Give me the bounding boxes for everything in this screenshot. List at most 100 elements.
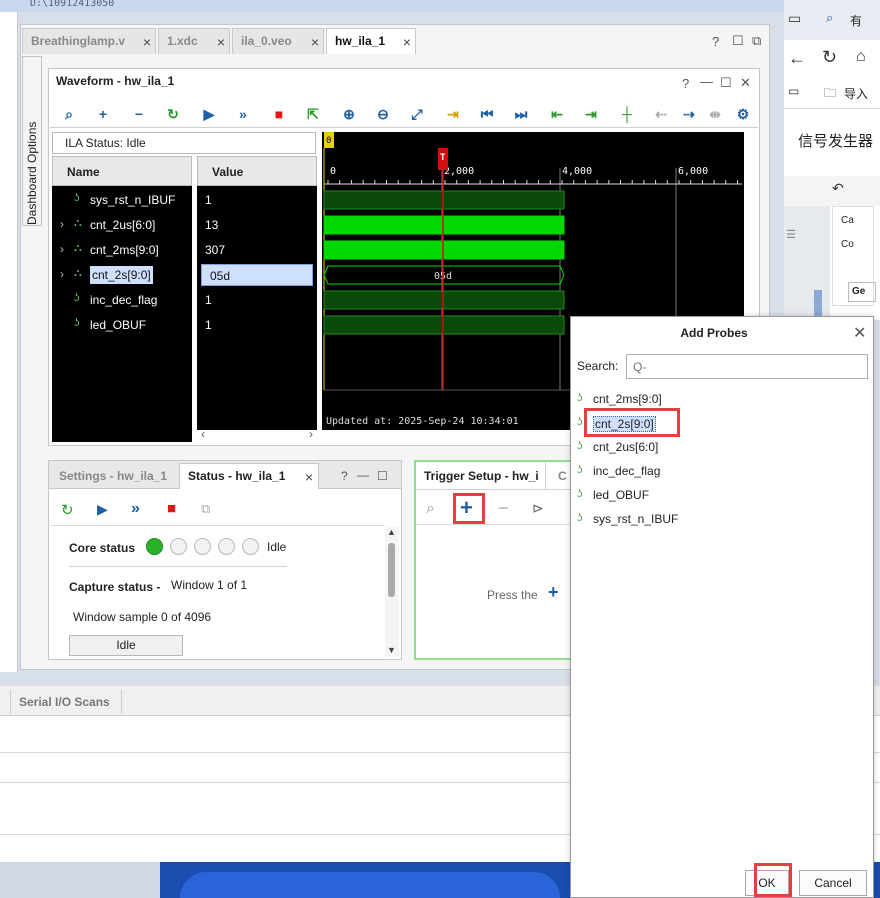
tab-xdc[interactable]: 1.xdc × [158, 28, 230, 54]
signal-row[interactable]: › ⛬ cnt_2s[9:0] [52, 264, 192, 286]
doc-button[interactable]: Ge [848, 282, 876, 302]
tab-trigger-setup[interactable]: Trigger Setup - hw_i [416, 462, 546, 490]
search-icon[interactable]: ⌕ [826, 10, 833, 26]
sidebar-icon[interactable]: ▭ [788, 10, 801, 27]
expand-chevron-icon[interactable]: › [60, 267, 64, 281]
signal-value[interactable]: 307 [197, 239, 317, 261]
tab-serial-io-scans[interactable]: Serial I/O Scans [10, 690, 122, 714]
add-icon[interactable]: + [94, 105, 112, 123]
signal-row[interactable]: ʖ sys_rst_n_IBUF [52, 189, 192, 211]
stop-icon[interactable]: ■ [270, 105, 288, 123]
remove-icon[interactable]: − [130, 105, 148, 123]
tab-capture[interactable]: C [558, 469, 567, 483]
browser-tab-label[interactable]: 有 [850, 12, 862, 29]
export-icon[interactable]: ⇱ [304, 105, 322, 123]
restore-icon[interactable]: ☐ [732, 33, 744, 49]
swap-cursors-icon[interactable]: ⇹ [706, 105, 724, 123]
undo-icon[interactable]: ↶ [832, 180, 844, 197]
next-marker-icon[interactable]: ⇢ [680, 105, 698, 123]
previous-marker-icon[interactable]: ⇠ [652, 105, 670, 123]
signal-value[interactable]: 13 [197, 214, 317, 236]
run-trigger-icon[interactable]: ▶ [97, 501, 108, 518]
condition-icon[interactable]: ⊳ [532, 500, 544, 517]
help-icon[interactable]: ? [682, 76, 689, 91]
clone-icon[interactable]: ⧉ [201, 501, 210, 517]
tab-strip-icon[interactable]: ▭ [788, 84, 799, 98]
scroll-thumb[interactable] [388, 543, 395, 597]
tab-ila-veo[interactable]: ila_0.veo × [232, 28, 324, 54]
search-icon[interactable]: ⌕ [426, 500, 435, 518]
expand-chevron-icon[interactable]: › [60, 242, 64, 256]
dialog-title: Add Probes [680, 326, 748, 340]
add-marker-icon[interactable]: ┼ [618, 105, 636, 123]
float-icon[interactable]: ⧉ [752, 33, 761, 49]
probe-item[interactable]: ʖ sys_rst_n_IBUF [571, 509, 771, 531]
search-input[interactable] [626, 354, 868, 379]
probe-icon: ʖ [577, 464, 583, 476]
help-icon[interactable]: ? [341, 469, 348, 483]
probe-item[interactable]: ʖ cnt_2us[6:0] [571, 437, 771, 459]
cancel-button[interactable]: Cancel [799, 870, 867, 896]
tab-status[interactable]: Status - hw_ila_1 [179, 463, 319, 489]
expand-chevron-icon[interactable]: › [60, 217, 64, 231]
zoom-fit-icon[interactable]: ⤢ [408, 105, 426, 123]
signal-row[interactable]: › ⛬ cnt_2us[6:0] [52, 214, 192, 236]
go-to-cursor-icon[interactable]: ⇥ [444, 105, 462, 123]
tab-breathinglamp[interactable]: Breathinglamp.v × [22, 28, 156, 54]
back-icon[interactable]: ← [788, 48, 806, 69]
status-scrollbar[interactable]: ▲ ▼ [385, 527, 399, 657]
run-immediate-icon[interactable]: » [234, 105, 252, 123]
close-icon[interactable]: × [403, 34, 411, 50]
help-icon[interactable]: ? [712, 34, 719, 49]
refresh-icon[interactable]: ↻ [61, 501, 74, 519]
tab-hw-ila[interactable]: hw_ila_1 × [326, 28, 416, 54]
go-to-start-icon[interactable]: ⏮ [478, 105, 496, 123]
probe-item[interactable]: ʖ led_OBUF [571, 485, 771, 507]
close-icon[interactable]: × [143, 34, 151, 50]
value-scrollbar[interactable]: ‹ › [197, 427, 317, 442]
maximize-icon[interactable]: ☐ [720, 75, 732, 91]
signal-value[interactable]: 05d [201, 264, 313, 286]
stop-icon[interactable]: ■ [167, 500, 176, 517]
folder-icon[interactable]: 🗀 [824, 84, 836, 105]
go-to-end-icon[interactable]: ⏭ [512, 105, 530, 123]
import-bookmarks[interactable]: 导入 [844, 85, 868, 102]
wallpaper-light [0, 862, 160, 898]
settings-gear-icon[interactable]: ⚙ [734, 105, 752, 123]
signal-value[interactable]: 1 [197, 189, 317, 211]
minimize-icon[interactable]: — [357, 468, 369, 482]
remove-icon[interactable]: − [498, 498, 509, 519]
next-transition-icon[interactable]: ⇥ [582, 105, 600, 123]
maximize-icon[interactable]: ☐ [377, 469, 388, 483]
marker-label: 0 [326, 136, 331, 146]
signal-value[interactable]: 1 [197, 314, 317, 336]
run-immediate-icon[interactable]: » [131, 500, 140, 518]
value-column-header[interactable]: Value [197, 156, 317, 186]
close-icon[interactable]: × [217, 34, 225, 50]
signal-row[interactable]: › ⛬ cnt_2ms[9:0] [52, 239, 192, 261]
page-heading: 信号发生器 [798, 133, 874, 150]
minimize-icon[interactable]: — [700, 74, 713, 89]
status-light [194, 538, 211, 555]
dashboard-options-tab[interactable]: Dashboard Options [22, 56, 42, 226]
run-trigger-icon[interactable]: ▶ [200, 105, 218, 123]
refresh-icon[interactable]: ↻ [164, 105, 182, 123]
list-icon[interactable]: ☰ [786, 228, 796, 241]
zoom-out-icon[interactable]: ⊖ [374, 105, 392, 123]
signal-row[interactable]: ʖ inc_dec_flag [52, 289, 192, 311]
close-icon[interactable]: ✕ [853, 323, 866, 343]
close-icon[interactable]: × [305, 469, 313, 485]
probe-item[interactable]: ʖ inc_dec_flag [571, 461, 771, 483]
zoom-in-icon[interactable]: ⊕ [340, 105, 358, 123]
signal-value[interactable]: 1 [197, 289, 317, 311]
signal-row[interactable]: ʖ led_OBUF [52, 314, 192, 336]
previous-transition-icon[interactable]: ⇤ [548, 105, 566, 123]
close-icon[interactable]: × [311, 34, 319, 50]
name-column-header[interactable]: Name [52, 156, 192, 186]
search-icon[interactable]: ⌕ [60, 105, 78, 123]
close-icon[interactable]: ✕ [740, 75, 751, 91]
home-icon[interactable]: ⌂ [856, 48, 866, 66]
add-icon[interactable]: + [548, 582, 559, 603]
tab-settings[interactable]: Settings - hw_ila_1 [51, 465, 179, 489]
reload-icon[interactable]: ↻ [822, 47, 837, 68]
